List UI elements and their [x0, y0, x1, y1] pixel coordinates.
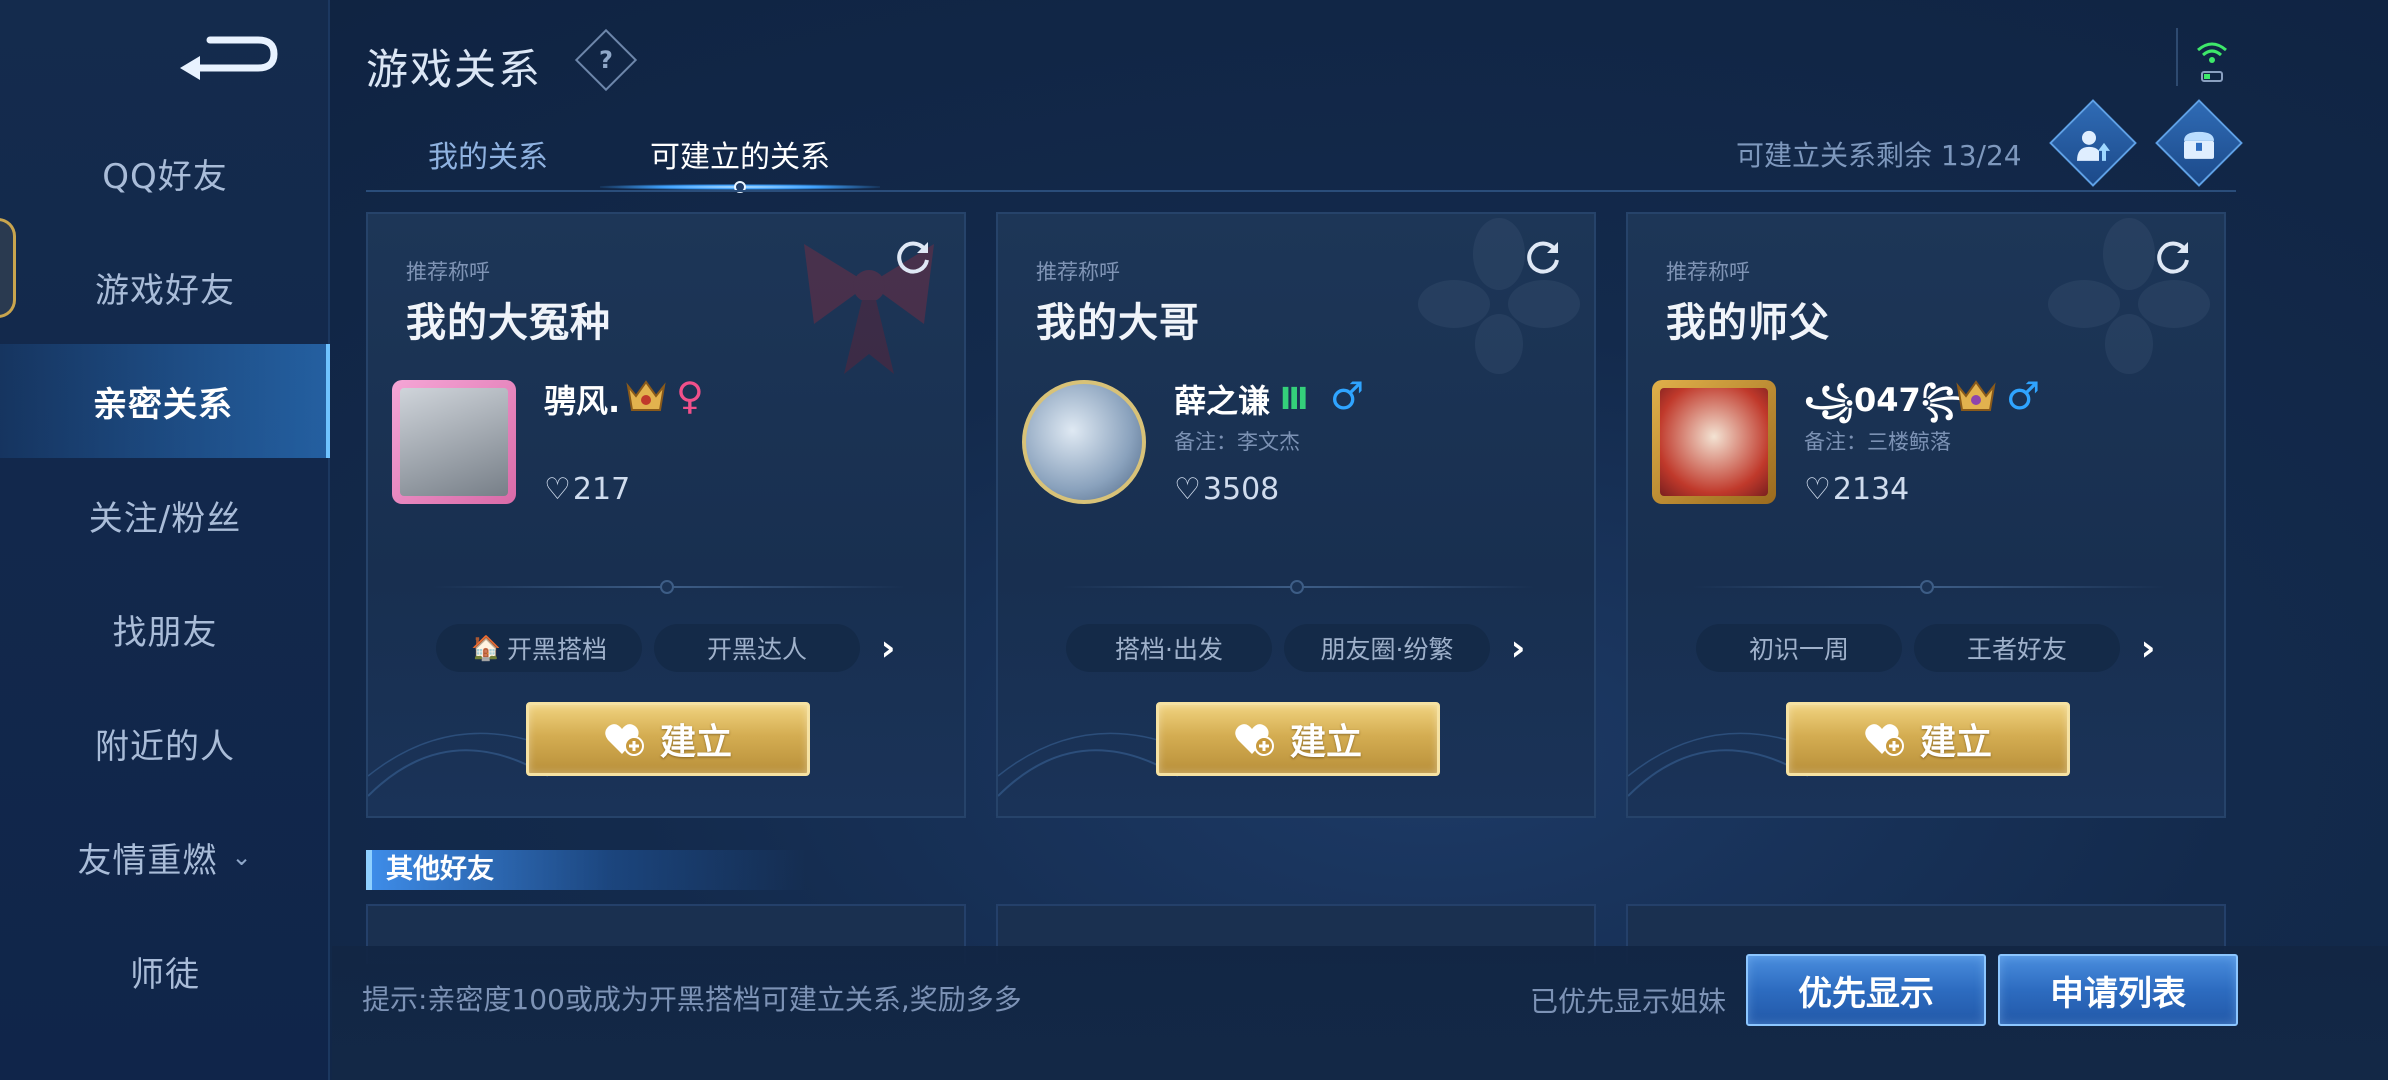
divider-dot [1920, 580, 1934, 594]
sidebar-item-label: 师徒 [130, 954, 200, 995]
refresh-icon[interactable] [892, 236, 934, 278]
priority-display-button[interactable]: 优先显示 [1746, 954, 1986, 1026]
friend-remark: 备注：李文杰 [1174, 430, 1300, 454]
relation-tag[interactable]: 朋友圈·纷繁 [1284, 624, 1490, 672]
question-icon[interactable]: ? [574, 28, 638, 92]
recommended-title: 我的师父 [1666, 300, 1830, 346]
hint-text: 提示:亲密度100或成为开黑搭档可建立关系,奖励多多 [362, 983, 1022, 1016]
heart-icon: ♡ [1804, 472, 1831, 507]
relation-tag[interactable]: 开黑达人 [654, 624, 860, 672]
header-divider [366, 190, 2236, 192]
sidebar-item-intimate-relations[interactable]: 亲密关系 [0, 344, 330, 458]
relation-upgrade-button[interactable] [2049, 99, 2137, 187]
relation-tag-label: 开黑达人 [706, 635, 807, 664]
apply-list-button[interactable]: 申请列表 [1998, 954, 2238, 1026]
build-relation-button[interactable]: 建立 [1156, 702, 1440, 776]
recommended-title: 我的大冤种 [406, 300, 611, 346]
treasure-chest-icon [2184, 131, 2214, 159]
relation-tag[interactable]: 初识一周 [1696, 624, 1902, 672]
sidebar-item-qq-friends[interactable]: QQ好友 [0, 116, 330, 230]
wifi-icon [2197, 42, 2227, 82]
sidebar-item-nearby[interactable]: 附近的人 [0, 686, 330, 800]
male-gender-icon: ♂ [1330, 374, 1365, 418]
tier-badge-icon: Ⅲ [1280, 382, 1309, 417]
avatar[interactable] [1652, 380, 1776, 504]
divider-dot [1290, 580, 1304, 594]
chevron-right-icon[interactable]: › [2128, 624, 2168, 672]
recommended-title-label: 推荐称呼 [1036, 260, 1120, 284]
sidebar-item-friendship-rekindle[interactable]: 友情重燃 ⌄ [0, 800, 330, 914]
relation-tag-label: 初识一周 [1748, 635, 1849, 664]
build-relation-button[interactable]: 建立 [526, 702, 810, 776]
relation-tag-label: 开黑搭档 [506, 635, 607, 664]
refresh-icon[interactable] [1522, 236, 1564, 278]
build-button-label: 建立 [1919, 722, 1992, 763]
recommended-title-label: 推荐称呼 [406, 260, 490, 284]
avatar[interactable] [1022, 380, 1146, 504]
male-gender-icon: ♂ [2006, 374, 2041, 418]
relation-tag[interactable]: 搭档·出发 [1066, 624, 1272, 672]
heart-plus-icon [1235, 724, 1274, 756]
intimacy-value: ♡ 3508 [1174, 472, 1279, 507]
friend-remark: 备注：三楼鲸落 [1804, 430, 1951, 454]
intimacy-value: ♡ 217 [544, 472, 630, 507]
sidebar-item-label: 亲密关系 [93, 384, 233, 425]
relation-card: 推荐称呼 我的师父 ꧁047꧂ ♂ 备注：三楼鲸落 ♡ 2134 初识一周 王者好… [1626, 212, 2226, 818]
heart-plus-icon [1865, 724, 1904, 756]
intimacy-number: 2134 [1832, 472, 1910, 507]
build-button-label: 建立 [659, 722, 732, 763]
female-gender-icon: ♀ [676, 374, 704, 418]
build-relation-button[interactable]: 建立 [1786, 702, 2070, 776]
heart-icon: ♡ [544, 472, 571, 507]
tab-my-relations[interactable]: 我的关系 [428, 132, 548, 176]
sidebar-item-label: 游戏好友 [95, 270, 235, 311]
heart-icon: ♡ [1174, 472, 1201, 507]
relation-chest-button[interactable] [2155, 99, 2243, 187]
avatar[interactable] [392, 380, 516, 504]
heart-plus-icon [605, 724, 644, 756]
relation-tag-label: 搭档·出发 [1115, 635, 1223, 664]
sidebar-item-label: 友情重燃 [77, 840, 218, 881]
sidebar-item-label: 关注/粉丝 [88, 498, 242, 539]
sidebar-item-find-friends[interactable]: 找朋友 [0, 572, 330, 686]
sidebar-item-label: QQ好友 [102, 156, 228, 197]
sidebar-item-mentorship[interactable]: 师徒 [0, 914, 330, 1028]
friend-name: 薛之谦 [1174, 382, 1271, 420]
relation-tag[interactable]: 王者好友 [1914, 624, 2120, 672]
chevron-right-icon[interactable]: › [1498, 624, 1538, 672]
sidebar-item-game-friends[interactable]: 游戏好友 [0, 230, 330, 344]
relation-tag[interactable]: 🏠 开黑搭档 [436, 624, 642, 672]
back-arrow-icon[interactable] [170, 28, 280, 84]
relation-tag-label: 朋友圈·纷繁 [1320, 635, 1454, 664]
friend-name: 骋风. [544, 382, 621, 420]
chevron-down-icon: ⌄ [231, 843, 253, 871]
intimacy-value: ♡ 2134 [1804, 472, 1909, 507]
refresh-icon[interactable] [2152, 236, 2194, 278]
sidebar-item-label: 找朋友 [112, 612, 218, 653]
chevron-right-icon[interactable]: › [868, 624, 908, 672]
recommended-title-label: 推荐称呼 [1666, 260, 1750, 284]
person-up-icon [2077, 130, 2110, 161]
tavern-icon: 🏠 [471, 634, 501, 662]
rank-badge-icon [1956, 380, 1996, 411]
tab-available-relations[interactable]: 可建立的关系 [650, 132, 830, 176]
relation-card: 推荐称呼 我的大哥 薛之谦 Ⅲ ♂ 备注：李文杰 ♡ 3508 搭档·出发 朋友圈… [996, 212, 1596, 818]
page-title: 游戏关系 [366, 45, 543, 94]
sidebar-item-label: 附近的人 [95, 726, 235, 767]
relation-card: 推荐称呼 我的大冤种 骋风. ♀ ♡ 217 🏠 开黑搭档 开黑达人 › 建立 [366, 212, 966, 818]
intimacy-number: 3508 [1202, 472, 1280, 507]
priority-status-label: 已优先显示姐妹 [1530, 985, 1727, 1018]
relation-tag-label: 王者好友 [1966, 635, 2067, 664]
remaining-relations-count: 可建立关系剩余 13/24 [1736, 139, 2022, 172]
recommended-title: 我的大哥 [1036, 300, 1200, 346]
build-button-label: 建立 [1289, 722, 1362, 763]
divider-dot [660, 580, 674, 594]
sidebar: QQ好友 游戏好友 亲密关系 关注/粉丝 找朋友 附近的人 友情重燃 ⌄ 师徒 [0, 0, 330, 1080]
rank-badge-icon [626, 380, 666, 411]
status-divider [2176, 28, 2178, 86]
sidebar-item-follow-fans[interactable]: 关注/粉丝 [0, 458, 330, 572]
other-friends-header: 其他好友 [366, 850, 806, 890]
intimacy-number: 217 [572, 472, 631, 507]
